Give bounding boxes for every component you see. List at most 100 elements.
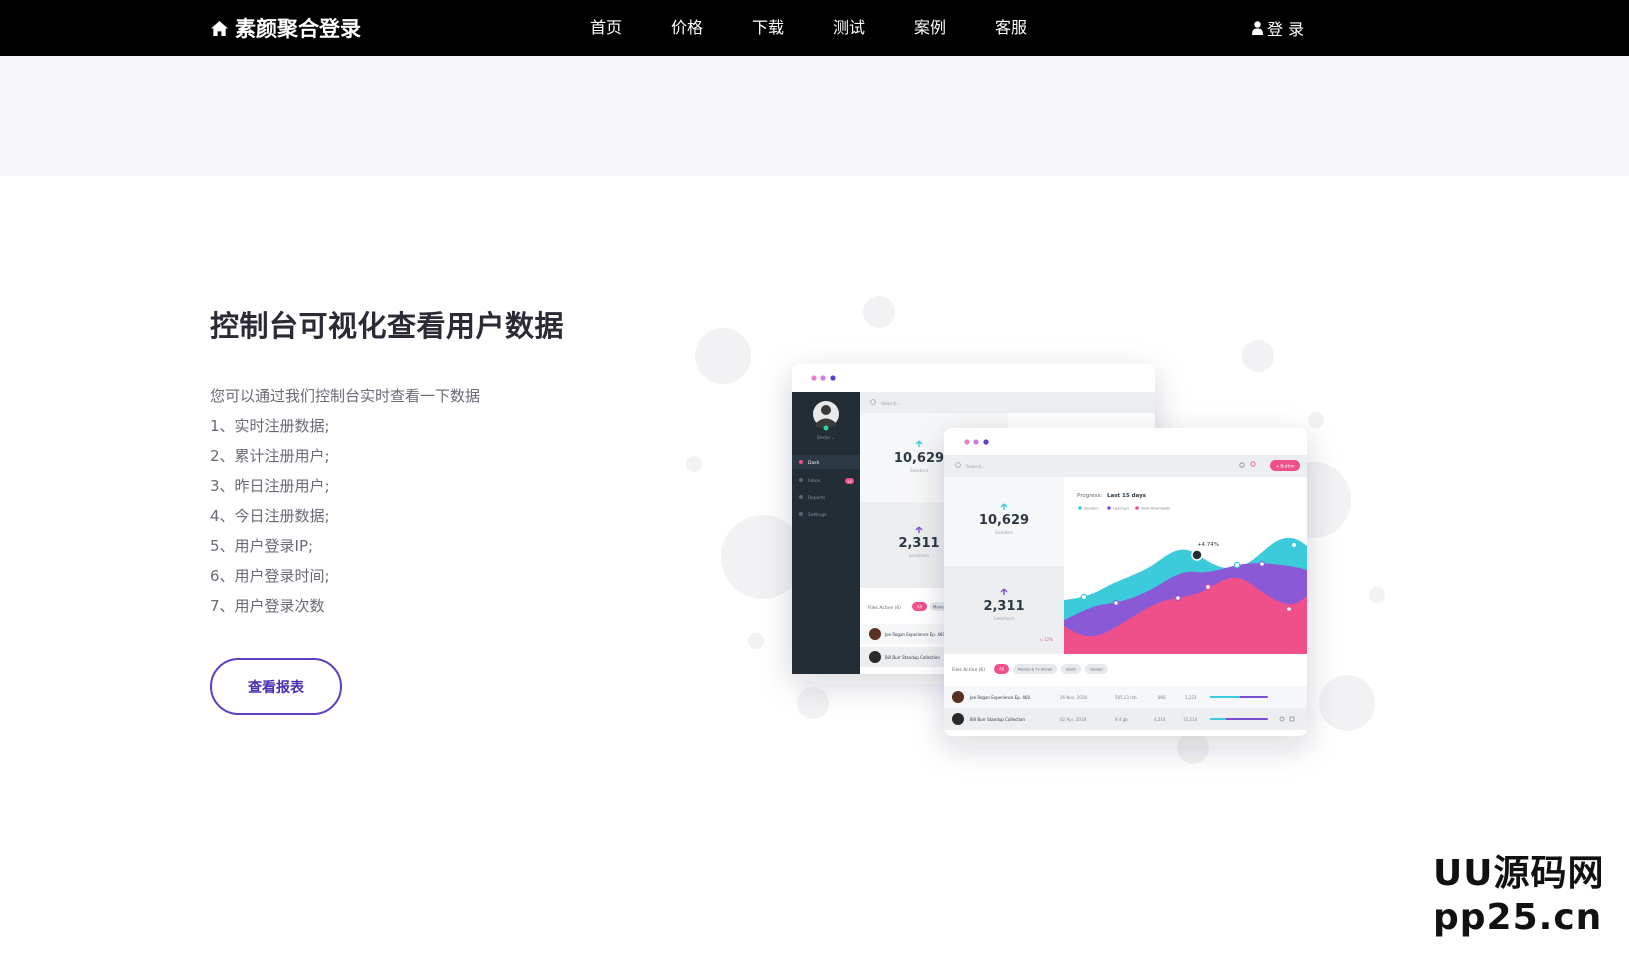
front-row-size: 565.23 mb [1115,695,1137,700]
user-icon [1252,21,1263,35]
feature-title: 控制台可视化查看用户数据 [210,309,565,343]
window-dot [820,375,826,381]
front-search: Search... [966,464,986,470]
main-nav: 首页 价格 下载 测试 案例 客服 [588,0,1076,56]
legend-downloads: Total Downloads [1140,507,1170,511]
login-link[interactable]: 登 录 [1252,18,1305,39]
area-seeders [1064,537,1307,654]
nav-home[interactable]: 首页 [590,0,671,56]
menu-item-inbox: Inbox [808,478,821,484]
front-leechers-value: 2,311 [983,599,1024,614]
feature-list: 1、实时注册数据; 2、累计注册用户; 3、昨日注册用户; 4、今日注册数据; … [210,411,480,621]
progress-prefix: Progress: [1077,493,1102,499]
front-row-down: 1,223 [1185,695,1197,700]
front-leechers-label: Leechers [994,616,1015,622]
avatar [813,401,839,427]
feature-item: 1、实时注册数据; [210,417,330,435]
nav-test[interactable]: 测试 [833,0,914,56]
back-chip-all: All [917,605,922,610]
row-avatar [869,651,881,663]
brand-logo[interactable]: 素颜聚合登录 [210,14,361,42]
nav-download[interactable]: 下载 [752,0,833,56]
row-avatar [952,713,964,725]
area-leechers [1064,563,1307,654]
back-sidebar [792,392,860,674]
watermark: UU源码网 pp25.cn [1433,852,1604,940]
row-avatar [869,628,881,640]
nav-support[interactable]: 客服 [995,0,1076,56]
chart-point [1112,599,1119,606]
feature-item: 3、昨日注册用户; [210,477,330,495]
chart-point [1258,560,1265,567]
top-navbar: 素颜聚合登录 首页 价格 下载 测试 案例 客服 登 录 [0,0,1629,56]
legend-seeders: Seeders [1084,507,1099,511]
back-window-content: Dexter ⌄ Dash Inbox 10 Reports Settings … [792,375,1155,674]
bubble [863,296,895,328]
hero-band [0,56,1629,176]
bubble [686,456,702,472]
front-button: + Button [1276,464,1295,469]
front-chip-all: All [999,667,1004,672]
bubble [1177,732,1209,764]
bubble [1275,462,1351,538]
front-seeders-value: 10,629 [979,513,1029,528]
front-window-content: Search... + Button 10,629 Seeders 2,311 … [944,439,1307,730]
feature-item: 5、用户登录IP; [210,537,314,555]
front-chip-design: Design [1090,668,1102,672]
back-files-active: Files Active (6) [868,605,901,611]
window-dot [983,439,989,445]
front-chip-movies: Movies & Tv Shows [1018,668,1053,672]
feature-item: 2、累计注册用户; [210,447,330,465]
inbox-badge: 10 [847,480,852,484]
feature-item: 4、今日注册数据; [210,507,330,525]
window-dot [964,439,970,445]
bubble [695,328,751,384]
front-window [944,428,1307,736]
back-row: Bill Burr Standup Collection [885,655,940,660]
chart-peak-label: +4.74% [1197,542,1219,548]
chart-point [1174,594,1181,601]
front-files-active: Files Active (6) [952,667,985,673]
window-dot [830,375,836,381]
front-row-up: 4,214 [1154,717,1166,722]
front-row-down: 15,214 [1183,717,1197,722]
bubble [1369,587,1385,603]
watermark-line: pp25.cn [1433,897,1603,938]
front-seeders-label: Seeders [995,530,1014,536]
legend-leechers: Leechers [1113,507,1129,511]
feature-item: 6、用户登录时间; [210,567,330,585]
front-row-name: Joe Rogan Experience Ep. 460 [969,695,1030,700]
front-leechers-delta: ↘ 12% [1039,637,1053,642]
back-seeders-value: 10,629 [894,451,944,466]
back-chip-movies: Movies [933,605,947,610]
brand-name: 素颜聚合登录 [235,17,361,41]
front-row-up: 866 [1158,695,1166,700]
nav-cases[interactable]: 案例 [914,0,995,56]
chart-point [1233,561,1241,569]
window-dot [811,375,817,381]
chart-point [1285,605,1292,612]
login-label: 登 录 [1267,20,1305,39]
feature-description: 您可以通过我们控制台实时查看一下数据 1、实时注册数据; 2、累计注册用户; 3… [210,381,480,621]
back-seeders-label: Seeders [910,468,929,474]
view-report-button[interactable]: 查看报表 [210,658,342,715]
back-search: Search... [881,401,901,407]
row-avatar [952,691,964,703]
back-leechers-label: Leechers [909,553,930,559]
decorative-bubbles [686,296,1385,764]
bubble [797,687,829,719]
bubble [1242,340,1274,372]
front-row-size: 9.4 gb [1115,717,1128,722]
bubble [721,515,805,599]
feature-item: 7、用户登录次数 [210,597,325,615]
nav-pricing[interactable]: 价格 [671,0,752,56]
bubble [1319,675,1375,731]
home-icon [211,20,228,36]
menu-item-reports: Reports [808,495,826,501]
chart-point [1290,541,1298,549]
bubble [748,633,764,649]
front-row-name: Bill Burr Standup Collection [970,717,1025,722]
back-row: Joe Rogan Experience Ep. 460 [884,632,945,637]
menu-item-dash: Dash [808,460,820,466]
chart-point [1080,593,1088,601]
